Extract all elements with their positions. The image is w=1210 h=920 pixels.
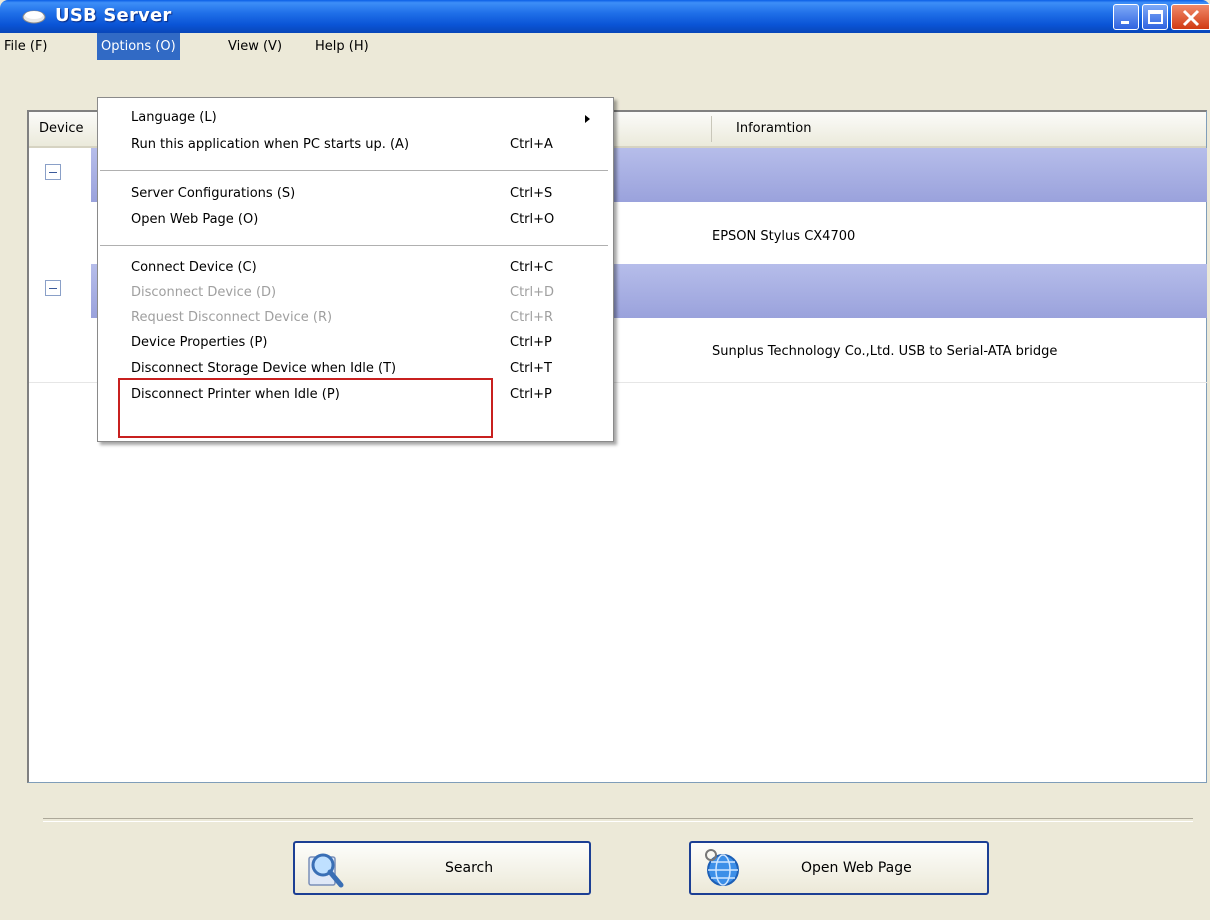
title-bar: USB Server xyxy=(0,0,1210,33)
menu-item-shortcut: Ctrl+O xyxy=(510,212,555,227)
menu-item-request-disconnect-device: Request Disconnect Device (R) Ctrl+R xyxy=(98,306,613,330)
menu-item-shortcut: Ctrl+C xyxy=(510,260,554,275)
submenu-arrow-icon xyxy=(585,115,590,123)
menu-item-label: Request Disconnect Device (R) xyxy=(131,310,333,325)
menu-item-language[interactable]: Language (L) xyxy=(98,106,613,130)
window-title: USB Server xyxy=(55,5,172,26)
menu-item-shortcut: Ctrl+T xyxy=(510,361,552,376)
search-icon xyxy=(308,853,344,888)
maximize-button[interactable] xyxy=(1142,4,1168,30)
menu-item-label: Connect Device (C) xyxy=(131,260,257,275)
globe-icon xyxy=(705,849,739,886)
menu-separator xyxy=(100,245,608,249)
search-button[interactable]: Search xyxy=(293,841,591,895)
menu-item-shortcut: Ctrl+R xyxy=(510,310,554,325)
menu-item-connect-device[interactable]: Connect Device (C) Ctrl+C xyxy=(98,256,613,280)
row-info: Sunplus Technology Co.,Ltd. USB to Seria… xyxy=(712,344,1058,359)
menu-item-shortcut: Ctrl+P xyxy=(510,335,552,350)
menu-help[interactable]: Help (H) xyxy=(311,33,373,60)
collapse-toggle-icon[interactable] xyxy=(45,164,61,180)
menu-view[interactable]: View (V) xyxy=(224,33,286,60)
menu-bar: File (F) Options (O) View (V) Help (H) xyxy=(0,33,1210,60)
column-header-device[interactable]: Device xyxy=(39,112,83,146)
menu-item-label: Server Configurations (S) xyxy=(131,186,296,201)
menu-separator xyxy=(100,170,608,174)
minimize-icon xyxy=(1121,21,1129,24)
menu-item-shortcut: Ctrl+D xyxy=(510,285,555,300)
usb-server-app-icon xyxy=(22,10,46,24)
menu-item-disconnect-device: Disconnect Device (D) Ctrl+D xyxy=(98,281,613,305)
column-divider[interactable] xyxy=(711,116,712,142)
close-button[interactable] xyxy=(1171,4,1210,30)
search-button-label: Search xyxy=(445,860,494,876)
close-icon xyxy=(1182,9,1200,27)
menu-file[interactable]: File (F) xyxy=(0,33,52,60)
options-dropdown-menu: Language (L) Run this application when P… xyxy=(97,97,614,442)
maximize-icon xyxy=(1148,10,1163,24)
menu-item-run-at-startup[interactable]: Run this application when PC starts up. … xyxy=(98,133,613,157)
menu-item-label: Disconnect Device (D) xyxy=(131,285,277,300)
menu-item-label: Device Properties (P) xyxy=(131,335,268,350)
menu-item-label: Language (L) xyxy=(131,110,217,125)
menu-options[interactable]: Options (O) xyxy=(97,33,180,60)
menu-item-shortcut: Ctrl+S xyxy=(510,186,553,201)
row-info: EPSON Stylus CX4700 xyxy=(712,229,856,244)
bottom-divider xyxy=(43,818,1193,822)
menu-item-open-web-page[interactable]: Open Web Page (O) Ctrl+O xyxy=(98,208,613,232)
annotation-highlight-box xyxy=(118,378,493,438)
menu-item-label: Open Web Page (O) xyxy=(131,212,259,227)
open-web-page-button[interactable]: Open Web Page xyxy=(689,841,989,895)
menu-item-device-properties[interactable]: Device Properties (P) Ctrl+P xyxy=(98,331,613,355)
minimize-button[interactable] xyxy=(1113,4,1139,30)
open-web-page-button-label: Open Web Page xyxy=(801,860,912,876)
menu-item-shortcut: Ctrl+P xyxy=(510,387,552,402)
menu-item-server-configurations[interactable]: Server Configurations (S) Ctrl+S xyxy=(98,182,613,206)
collapse-toggle-icon[interactable] xyxy=(45,280,61,296)
column-header-information[interactable]: Inforamtion xyxy=(736,112,811,146)
menu-item-label: Run this application when PC starts up. … xyxy=(131,137,410,152)
menu-item-shortcut: Ctrl+A xyxy=(510,137,553,152)
